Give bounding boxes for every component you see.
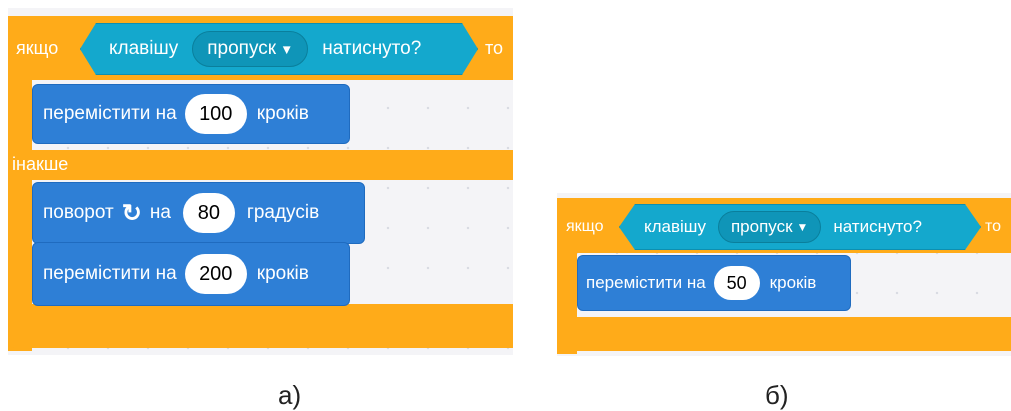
steps-input[interactable]: 50 (713, 266, 760, 300)
if-block-arm (8, 16, 32, 351)
move-prefix: перемістити на (43, 263, 177, 284)
key-value: пропуск (730, 217, 793, 236)
workspace-panel-b: якщо клавішу пропуск ▼ натиснуто? то пер… (557, 193, 1011, 356)
caption-a: а) (278, 380, 302, 410)
caret-down-icon: ▼ (280, 41, 294, 57)
pressed-label: натиснуто? (833, 217, 922, 236)
workspace-panel-a: якщо клавішу пропуск ▼ натиснуто? то пер… (8, 8, 513, 355)
pressed-label: натиснуто? (322, 38, 422, 59)
if-label: якщо (16, 38, 59, 58)
key-pressed-condition[interactable]: клавішу пропуск ▼ натиснуто? (619, 204, 981, 250)
move-suffix: кроків (256, 103, 309, 124)
if-block-footer (8, 304, 513, 348)
steps-input-1[interactable]: 100 (184, 94, 247, 134)
move-steps-block-1[interactable]: перемістити на 100 кроків (32, 84, 350, 144)
caption-b: б) (765, 380, 789, 410)
else-band (8, 150, 513, 180)
key-label: клавішу (109, 38, 179, 59)
key-dropdown[interactable]: пропуск ▼ (718, 211, 821, 243)
move-steps-block-2[interactable]: перемістити на 200 кроків (32, 242, 350, 306)
caret-down-icon: ▼ (796, 220, 809, 234)
key-label: клавішу (644, 217, 706, 236)
move-prefix: перемістити на (586, 273, 706, 292)
turn-right-block[interactable]: поворот ↻ на 80 градусів (32, 182, 365, 244)
degrees-input[interactable]: 80 (182, 193, 235, 233)
steps-input-2[interactable]: 200 (184, 254, 247, 294)
degrees-value: 80 (197, 201, 221, 224)
key-dropdown[interactable]: пропуск ▼ (192, 31, 308, 67)
steps-value-2: 200 (199, 262, 233, 285)
if-block-footer (557, 317, 1011, 351)
turn-prefix: поворот (43, 202, 114, 223)
move-suffix: кроків (769, 273, 817, 292)
key-pressed-condition[interactable]: клавішу пропуск ▼ натиснуто? (80, 23, 478, 75)
move-prefix: перемістити на (43, 103, 177, 124)
turn-suffix: градусів (246, 202, 320, 223)
then-label: то (985, 218, 1002, 235)
move-suffix: кроків (256, 263, 309, 284)
turn-mid: на (149, 202, 171, 223)
steps-value: 50 (726, 272, 747, 293)
if-label: якщо (566, 218, 604, 235)
steps-value-1: 100 (199, 102, 233, 125)
then-label: то (485, 38, 504, 58)
rotate-clockwise-icon: ↻ (121, 199, 142, 227)
key-value: пропуск (207, 38, 277, 59)
else-label: інакше (12, 154, 69, 174)
move-steps-block[interactable]: перемістити на 50 кроків (577, 255, 851, 311)
